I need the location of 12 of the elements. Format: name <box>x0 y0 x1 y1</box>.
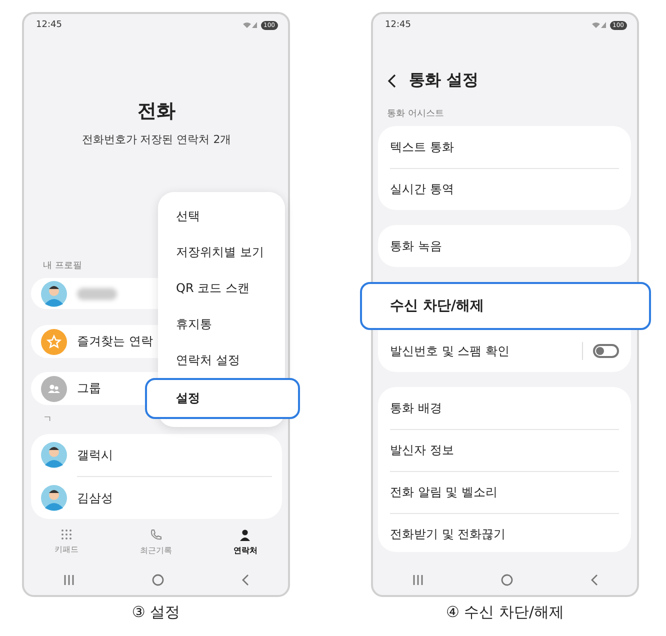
favorites-label: 즐겨찾는 연락 <box>77 333 153 350</box>
contact-count: 전화번호가 저장된 연락처 2개 <box>80 132 232 147</box>
index-letter: ㄱ <box>42 414 53 426</box>
groups-label: 그룹 <box>77 380 101 398</box>
screen-title: 통화 설정 <box>409 70 479 91</box>
step-caption: ④ 수신 차단/해제 <box>446 603 564 622</box>
section-label: 내 프로필 <box>42 260 83 272</box>
section-label: 통화 어시스트 <box>386 108 445 120</box>
status-time: 12:45 <box>36 20 62 30</box>
status-time: 12:45 <box>385 20 411 30</box>
screen-title: 전화 <box>136 99 176 124</box>
step-caption: ③ 설정 <box>132 603 180 622</box>
